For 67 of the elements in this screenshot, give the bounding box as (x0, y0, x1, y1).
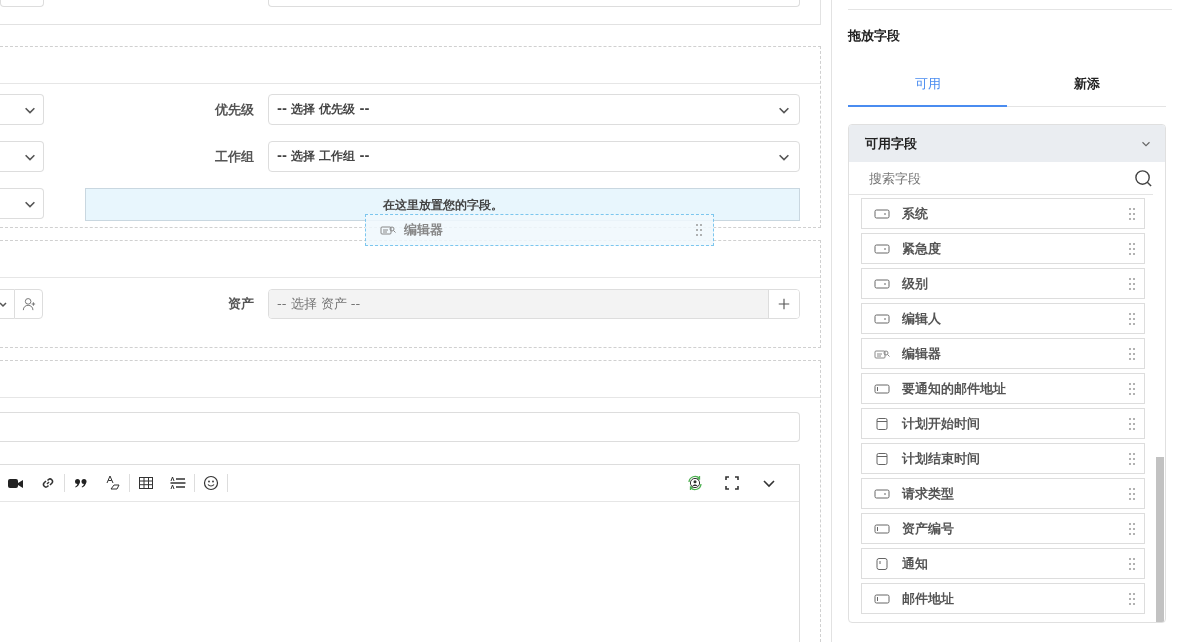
drag-handle-icon (695, 223, 703, 237)
field-item[interactable]: 邮件地址 (861, 583, 1145, 614)
field-item[interactable]: 通知 (861, 548, 1145, 579)
text-field-icon (874, 382, 890, 395)
dropdown-field-icon (874, 207, 890, 220)
drag-handle-icon (1128, 276, 1136, 291)
drag-handle-icon (1128, 381, 1136, 396)
checkbox-field-icon (874, 557, 890, 570)
dropdown-field[interactable]: -- 选择 优先级 -- (268, 94, 800, 125)
field-item[interactable]: 请求类型 (861, 478, 1145, 509)
line-height-icon (170, 475, 186, 491)
drag-handle-icon (1128, 451, 1136, 466)
drag-handle-icon (1128, 206, 1136, 221)
add-user-icon (21, 296, 36, 311)
tab[interactable]: 可用 (848, 62, 1007, 107)
drag-handle-icon (1128, 521, 1136, 536)
dropdown-field[interactable] (0, 141, 44, 172)
dropdown-field-icon (874, 277, 890, 290)
table-icon (138, 475, 154, 491)
drag-handle-icon (1128, 591, 1136, 606)
dropdown-field-icon (874, 312, 890, 325)
field-item[interactable]: 计划结束时间 (861, 443, 1145, 474)
add-user-button[interactable] (14, 288, 43, 319)
editor-field-icon (380, 224, 396, 236)
fullscreen-icon (723, 475, 740, 491)
dropdown-field[interactable] (0, 94, 44, 125)
panel-title: 拖放字段 (848, 27, 901, 45)
plus-icon (777, 296, 791, 311)
input-field[interactable] (268, 0, 800, 7)
dropdown-field-icon (874, 242, 890, 255)
field-label: 工作组 (214, 147, 254, 166)
link-icon (40, 475, 56, 491)
field-item[interactable]: 计划开始时间 (861, 408, 1145, 439)
field-item[interactable]: 编辑器 (861, 338, 1145, 369)
drag-handle-icon (1128, 416, 1136, 431)
drag-handle-icon (1128, 556, 1136, 571)
dropdown-field-icon (874, 487, 890, 500)
dropdown-field[interactable]: -- 选择 工作组 -- (268, 141, 800, 172)
drag-handle-icon (1128, 311, 1136, 326)
add-button[interactable] (768, 289, 799, 318)
dropdown-field[interactable] (0, 188, 44, 219)
field-item[interactable]: 要通知的邮件地址 (861, 373, 1145, 404)
panel-header[interactable]: 可用字段 (849, 125, 1165, 162)
field-item[interactable]: 编辑人 (861, 303, 1145, 334)
field-item[interactable]: 级别 (861, 268, 1145, 299)
text-field-icon (874, 522, 890, 535)
dragged-field: 编辑器 (365, 214, 714, 246)
field-item[interactable]: 紧急度 (861, 233, 1145, 264)
text-field-icon (874, 592, 890, 605)
text-format-icon (105, 475, 121, 491)
user-sync-icon (686, 475, 703, 491)
field-label: 资产 (227, 294, 254, 313)
drag-handle-icon (1128, 241, 1136, 256)
scrollbar[interactable] (1156, 457, 1164, 622)
input-field[interactable] (0, 412, 800, 442)
emoji-icon (203, 475, 219, 491)
search-icon (1134, 168, 1153, 188)
field-item[interactable]: 资产编号 (861, 513, 1145, 544)
input-field[interactable] (0, 0, 44, 7)
drag-handle-icon (1128, 346, 1136, 361)
calendar-icon (874, 417, 890, 430)
drag-handle-icon (1128, 486, 1136, 501)
field-label: 优先级 (213, 100, 254, 119)
tab[interactable]: 新添 (1007, 62, 1166, 107)
field-item[interactable]: 系统 (861, 198, 1145, 229)
editor-field-icon (874, 347, 890, 360)
calendar-icon (874, 452, 890, 465)
